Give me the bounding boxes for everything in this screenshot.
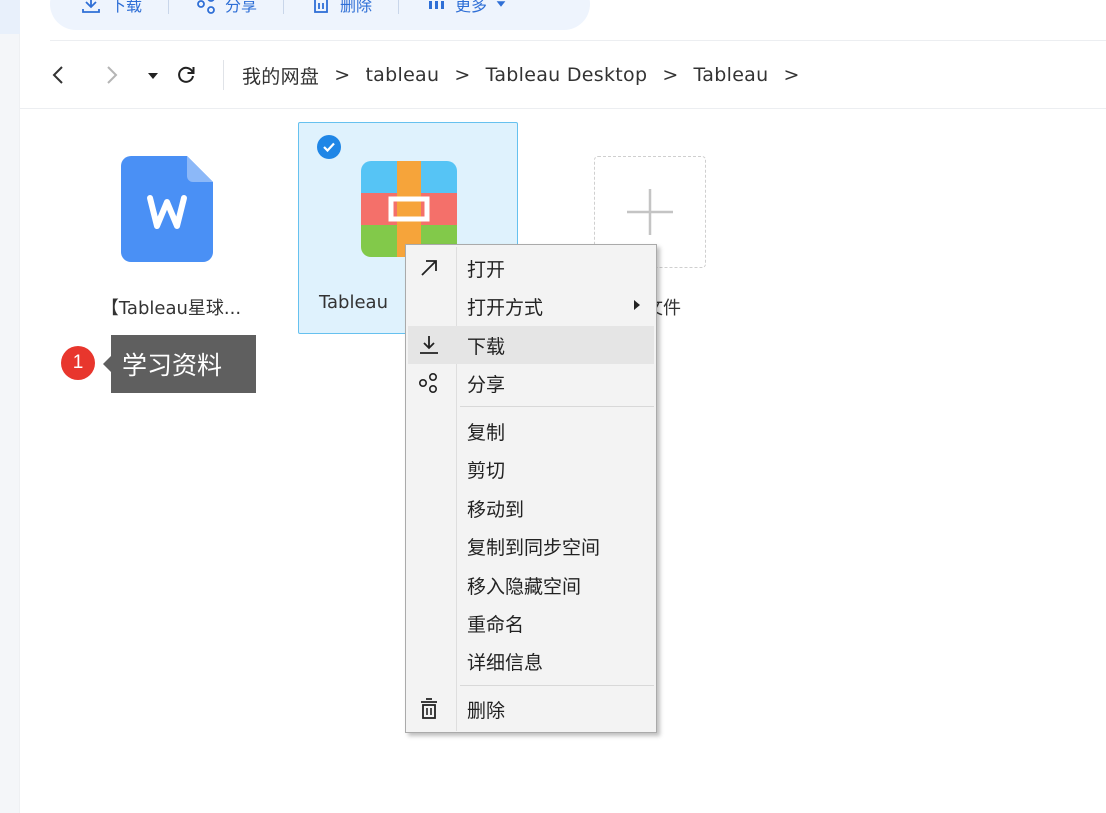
breadcrumb-item-tableau[interactable]: tableau [365,64,439,86]
menu-item-label: 重命名 [467,613,525,636]
share-button[interactable]: 分享 [191,0,261,16]
menu-item-label: 详细信息 [467,651,544,674]
forward-button[interactable] [100,64,122,86]
back-button[interactable] [48,64,70,86]
selected-check-icon[interactable] [317,135,341,159]
menu-item-label: 打开方式 [467,296,544,319]
chevron-right-icon [107,66,118,84]
menu-item-label: 剪切 [467,459,506,482]
history-dropdown-button[interactable] [142,64,164,86]
refresh-button[interactable] [175,64,197,86]
share-icon [197,0,215,14]
menu-item-rename[interactable]: 重命名 [408,604,654,642]
download-button[interactable]: 下载 [76,0,146,16]
left-sidebar-strip [0,0,20,813]
share-button-label: 分享 [225,0,258,15]
submenu-arrow-icon [634,300,640,310]
chevron-left-icon [52,66,63,84]
nav-divider [223,60,224,90]
action-toolbar: 下载 分享 删除 更多 [50,0,590,30]
trash-icon [314,0,328,13]
toolbar-divider [283,0,285,14]
menu-item-label: 移入隐藏空间 [467,575,582,598]
breadcrumb-separator[interactable]: > [783,64,799,86]
refresh-icon [178,66,195,83]
breadcrumb-item-root[interactable]: 我的网盘 [242,62,319,89]
toolbar-divider [398,0,400,14]
breadcrumb-separator: > [454,64,471,86]
menu-item-open-with[interactable]: 打开方式 [408,287,654,325]
step-badge: 1 [61,346,95,380]
menu-item-open[interactable]: 打开 [408,249,654,287]
navbar-divider-line [20,108,1106,109]
share-icon [416,372,442,394]
file-name-label: 【Tableau星球... [100,298,242,319]
menu-item-label: 删除 [467,699,506,722]
breadcrumb-item-tableau-desktop[interactable]: Tableau Desktop [486,64,648,86]
open-arrow-icon [416,257,442,279]
trash-icon [416,698,442,720]
download-icon [82,0,100,13]
menu-item-details[interactable]: 详细信息 [408,642,654,680]
caret-down-icon [496,1,506,7]
menu-item-label: 复制到同步空间 [467,536,601,559]
menu-item-copy[interactable]: 复制 [408,412,654,450]
menu-item-download[interactable]: 下载 [408,326,654,364]
menu-divider [460,406,654,407]
menu-item-label: 打开 [467,258,506,281]
menu-item-label: 复制 [467,421,506,444]
download-icon [416,334,442,356]
menu-item-cut[interactable]: 剪切 [408,450,654,488]
toolbar-divider [168,0,170,14]
download-button-label: 下载 [110,0,143,15]
annotation-tooltip: 学习资料 [103,335,256,393]
menu-divider [460,685,654,686]
navigation-bar: 我的网盘 > tableau > Tableau Desktop > Table… [20,52,1106,98]
file-tile-word[interactable]: 【Tableau星球... [61,124,281,336]
menu-item-label: 分享 [467,373,506,396]
caret-down-icon [148,73,158,79]
menu-item-copy-to-sync[interactable]: 复制到同步空间 [408,527,654,565]
toolbar-divider-line [50,40,1106,41]
plus-icon [627,189,673,235]
menu-item-delete[interactable]: 删除 [408,690,654,728]
breadcrumb-separator: > [334,64,351,86]
breadcrumb-separator: > [662,64,679,86]
breadcrumb-item-tableau-folder[interactable]: Tableau [694,64,769,86]
breadcrumb: 我的网盘 > tableau > Tableau Desktop > Table… [242,52,815,98]
word-document-icon [121,156,213,262]
delete-button-label: 删除 [340,0,373,15]
menu-item-label: 下载 [467,335,506,358]
more-button-label: 更多 [455,0,488,15]
more-button[interactable]: 更多 [421,0,511,16]
menu-item-label: 移动到 [467,498,525,521]
context-menu: 打开 打开方式 下载 分享 复制 剪切 移动到 复制到同步空间 移入隐藏空间 重… [405,244,657,733]
menu-item-move-to-hidden[interactable]: 移入隐藏空间 [408,566,654,604]
menu-item-share[interactable]: 分享 [408,364,654,402]
archive-icon [361,161,457,257]
more-icon [429,1,445,9]
menu-item-move-to[interactable]: 移动到 [408,489,654,527]
delete-button[interactable]: 删除 [306,0,376,16]
left-sidebar-active-item[interactable] [0,0,20,34]
